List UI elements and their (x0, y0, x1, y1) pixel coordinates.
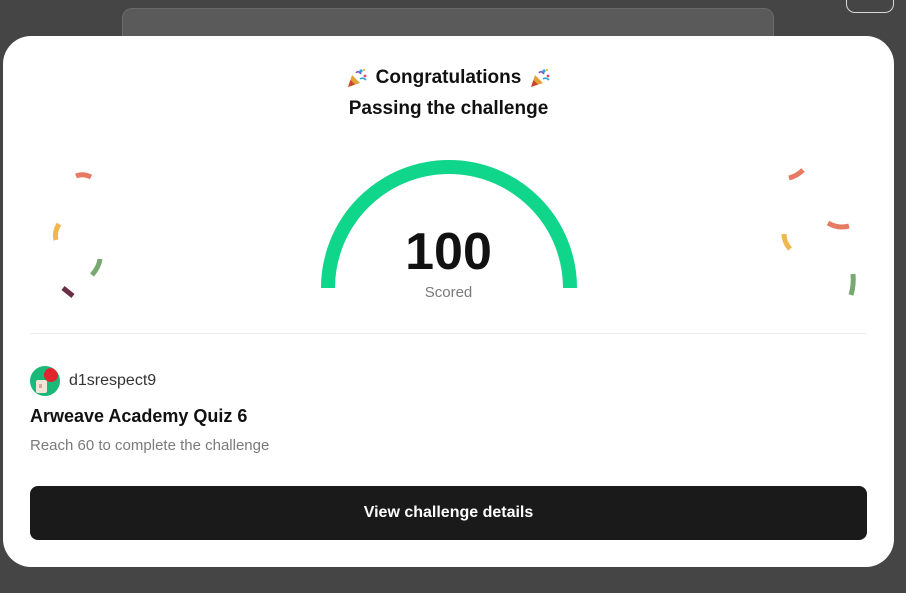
challenge-title: Arweave Academy Quiz 6 (30, 406, 248, 426)
username: d1srespect9 (69, 372, 157, 389)
party-popper-icon (529, 67, 551, 89)
avatar (30, 366, 60, 396)
user-info: d1srespect9 (30, 366, 156, 396)
result-modal: Congratulations Passing the challenge 10… (3, 36, 894, 567)
congratulations-heading: Congratulations (3, 67, 894, 89)
party-popper-icon (346, 67, 368, 89)
score-value: 100 (405, 223, 492, 281)
modal-header: Congratulations Passing the challenge (3, 36, 894, 120)
challenge-requirement: Reach 60 to complete the challenge (30, 437, 270, 454)
divider (30, 333, 867, 334)
subtitle: Passing the challenge (348, 98, 549, 119)
view-challenge-details-button[interactable]: View challenge details (30, 486, 867, 540)
score-label: Scored (424, 284, 473, 301)
heading-text: Congratulations (375, 67, 522, 88)
background-button (846, 0, 894, 13)
